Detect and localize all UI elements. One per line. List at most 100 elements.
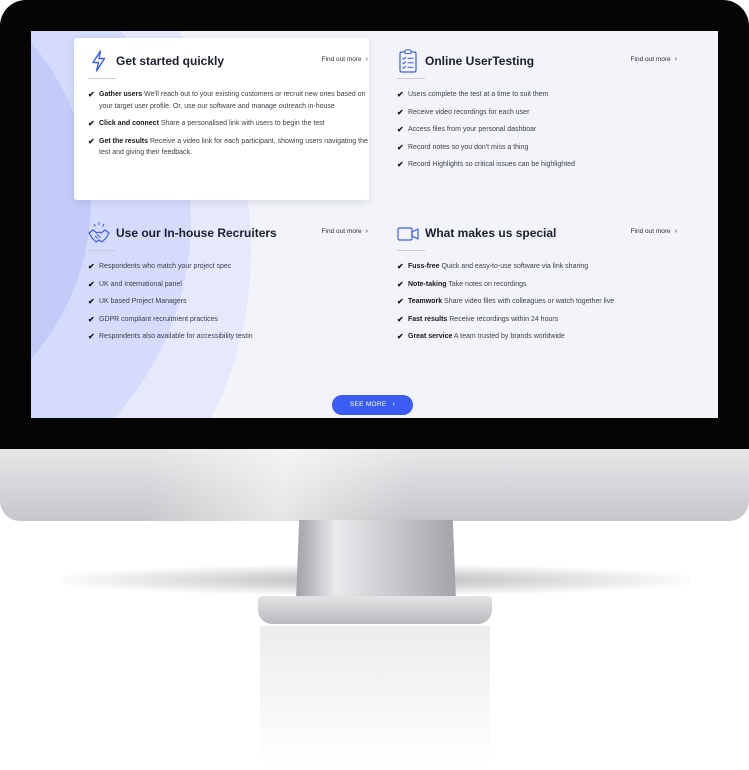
list-item: ✔ Record notes so you don't miss a thing — [397, 142, 677, 154]
list-item: ✔ Note-taking Take notes on recordings — [397, 279, 677, 291]
section-title: What makes us special — [425, 226, 557, 240]
item-text: GDPR compliant recruitment practices — [99, 315, 219, 323]
title-divider — [397, 78, 425, 79]
item-text: Take notes on recordings — [446, 280, 527, 288]
link-label: Find out more — [321, 228, 362, 235]
title-divider — [88, 250, 116, 251]
checkmark-icon: ✔ — [397, 107, 404, 117]
list-item: ✔ Teamwork Share video files with colleag… — [397, 296, 677, 308]
chevron-right-icon: › — [674, 56, 677, 63]
list-item: ✔ GDPR compliant recruitment practices — [88, 314, 368, 326]
section-header: Online UserTesting Find out more › — [397, 49, 677, 79]
item-text: Respondents who match your project spec — [99, 263, 232, 270]
section-what-makes-us-special: What makes us special Find out more › ✔ Fu… — [397, 221, 677, 349]
lightning-icon — [88, 49, 110, 73]
link-label: Find out more — [630, 56, 671, 63]
title-divider — [397, 250, 425, 251]
item-text: Share video files with colleagues or wat… — [442, 298, 615, 305]
checkmark-icon: ✔ — [88, 119, 95, 128]
list-item: ✔ Click and connect Share a personalised … — [88, 118, 368, 130]
checkmark-icon: ✔ — [397, 314, 404, 324]
section-title: Use our In-house Recruiters — [116, 226, 277, 240]
list-item: ✔ Fuss-free Quick and easy-to-use softwar… — [397, 261, 677, 273]
section-in-house-recruiters: Use our In-house Recruiters Find out mor… — [88, 221, 368, 349]
chevron-right-icon: › — [365, 56, 368, 63]
item-lead: Click and connect — [99, 120, 159, 127]
checkmark-icon: ✔ — [397, 262, 404, 271]
link-label: Find out more — [321, 56, 362, 63]
item-lead: Great service — [408, 333, 453, 340]
section-header: Get started quickly Find out more › — [88, 49, 368, 79]
checkmark-icon: ✔ — [397, 279, 404, 289]
handshake-icon — [88, 221, 110, 245]
item-text: Record notes so you don't miss a thing — [408, 143, 529, 151]
item-text: Receive recordings within 24 hours — [447, 315, 559, 323]
item-text: Users complete the test at a time to sui… — [408, 91, 549, 98]
list-item: ✔ UK based Project Managers — [88, 296, 368, 308]
item-text: Receive video recordings for each user — [408, 108, 530, 116]
section-header: Use our In-house Recruiters Find out mor… — [88, 221, 368, 251]
stand-reflection — [260, 626, 490, 766]
list-item: ✔ Users complete the test at a time to su… — [397, 89, 677, 101]
list-item: ✔ Respondents also available for accessib… — [88, 331, 368, 343]
list-item: ✔ Fast results Receive recordings within … — [397, 314, 677, 326]
chevron-right-icon: › — [674, 228, 677, 235]
checkmark-icon: ✔ — [397, 142, 404, 152]
section-online-usertesting: Online UserTesting Find out more › ✔ Users… — [397, 49, 677, 177]
item-text: Quick and easy-to-use software via link … — [439, 263, 589, 270]
clipboard-checklist-icon — [397, 49, 419, 73]
monitor-chin — [0, 449, 749, 521]
list-item: ✔ UK and International panel — [88, 279, 368, 291]
checkmark-icon: ✔ — [397, 90, 404, 99]
see-more-label: SEE MORE — [349, 401, 387, 408]
section-title: Get started quickly — [116, 54, 225, 68]
link-label: Find out more — [630, 228, 671, 235]
checkmark-icon: ✔ — [397, 297, 404, 306]
feature-list: ✔ Fuss-free Quick and easy-to-use softwar… — [397, 261, 677, 343]
find-out-more-link[interactable]: Find out more › — [631, 228, 677, 235]
list-item: ✔ Get the results Receive a video link fo… — [88, 136, 368, 159]
list-item: ✔ Access files from your personal dashboa… — [397, 124, 677, 136]
see-more-button[interactable]: SEE MORE › — [332, 395, 413, 415]
checkmark-icon: ✔ — [88, 262, 95, 271]
monitor-stand-base — [258, 596, 492, 624]
checkmark-icon: ✔ — [88, 90, 95, 99]
item-lead: Get the results — [99, 137, 149, 145]
checkmark-icon: ✔ — [397, 332, 404, 341]
item-text: Respondents also available for accessibi… — [99, 333, 253, 340]
video-camera-icon — [397, 221, 419, 245]
item-lead: Fast results — [408, 315, 448, 323]
find-out-more-link[interactable]: Find out more › — [322, 56, 368, 63]
section-header: What makes us special Find out more › — [397, 221, 677, 251]
checkmark-icon: ✔ — [88, 279, 95, 289]
chevron-right-icon: › — [392, 401, 396, 408]
monitor-screen: Get started quickly Find out more › ✔ Gath… — [31, 31, 718, 418]
list-item: ✔ Record Highlights so critical issues ca… — [397, 159, 677, 171]
item-text: UK and International panel — [99, 280, 182, 288]
section-title: Online UserTesting — [425, 54, 535, 68]
item-text: Share a personalised link with users to … — [158, 120, 325, 127]
list-item: ✔ Gather users We'll reach out to your ex… — [88, 89, 368, 112]
checkmark-icon: ✔ — [88, 297, 95, 306]
list-item: ✔ Respondents who match your project spec — [88, 261, 368, 273]
feature-list: ✔ Users complete the test at a time to su… — [397, 89, 677, 171]
checkmark-icon: ✔ — [397, 125, 404, 134]
item-lead: Note-taking — [408, 280, 447, 288]
chevron-right-icon: › — [365, 228, 368, 235]
checkmark-icon: ✔ — [88, 136, 95, 146]
item-lead: Fuss-free — [408, 263, 440, 270]
item-text: A team trusted by brands worldwide — [452, 333, 565, 340]
item-lead: Gather users — [99, 91, 143, 98]
item-text: Record Highlights so critical issues can… — [408, 161, 575, 168]
title-divider — [88, 78, 116, 79]
find-out-more-link[interactable]: Find out more › — [631, 56, 677, 63]
checkmark-icon: ✔ — [397, 160, 404, 169]
list-item: ✔ Receive video recordings for each user — [397, 107, 677, 119]
monitor-stand-neck — [296, 520, 456, 600]
feature-list: ✔ Gather users We'll reach out to your ex… — [88, 89, 368, 159]
item-lead: Teamwork — [408, 298, 443, 305]
checkmark-icon: ✔ — [88, 332, 95, 341]
item-text: Access files from your personal dashboar — [408, 126, 537, 133]
item-text: UK based Project Managers — [99, 298, 187, 305]
find-out-more-link[interactable]: Find out more › — [322, 228, 368, 235]
